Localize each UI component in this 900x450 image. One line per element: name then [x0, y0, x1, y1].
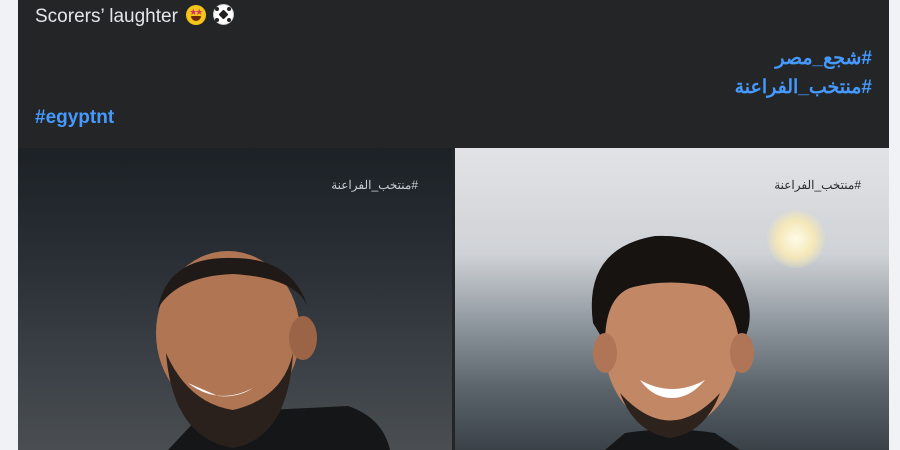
caption-text: Scorers’ laughter: [35, 6, 178, 27]
arabic-hashtags: #شجع_مصر #منتخب_الفراعنة: [735, 44, 872, 102]
soccer-ball-icon: [213, 4, 235, 25]
facebook-post: Scorers’ laughter #شجع_مصر #منتخب_الفراع…: [18, 0, 889, 450]
photo-grid: #منتخب_الفراعنة #منتخب_الفراعنة: [18, 148, 889, 450]
player-left-figure: [156, 251, 390, 450]
star-struck-icon: [186, 5, 207, 25]
hashtag-link-support-egypt[interactable]: #شجع_مصر: [735, 44, 872, 73]
photo-player-right[interactable]: #منتخب_الفراعنة: [455, 148, 889, 450]
photo-player-left[interactable]: #منتخب_الفراعنة: [18, 148, 452, 450]
post-caption: Scorers’ laughter: [35, 4, 235, 29]
hashtag-link-egyptnt[interactable]: #egyptnt: [35, 103, 114, 132]
hashtag-link-pharaohs-team[interactable]: #منتخب_الفراعنة: [735, 73, 872, 102]
player-right-figure: [591, 235, 754, 450]
